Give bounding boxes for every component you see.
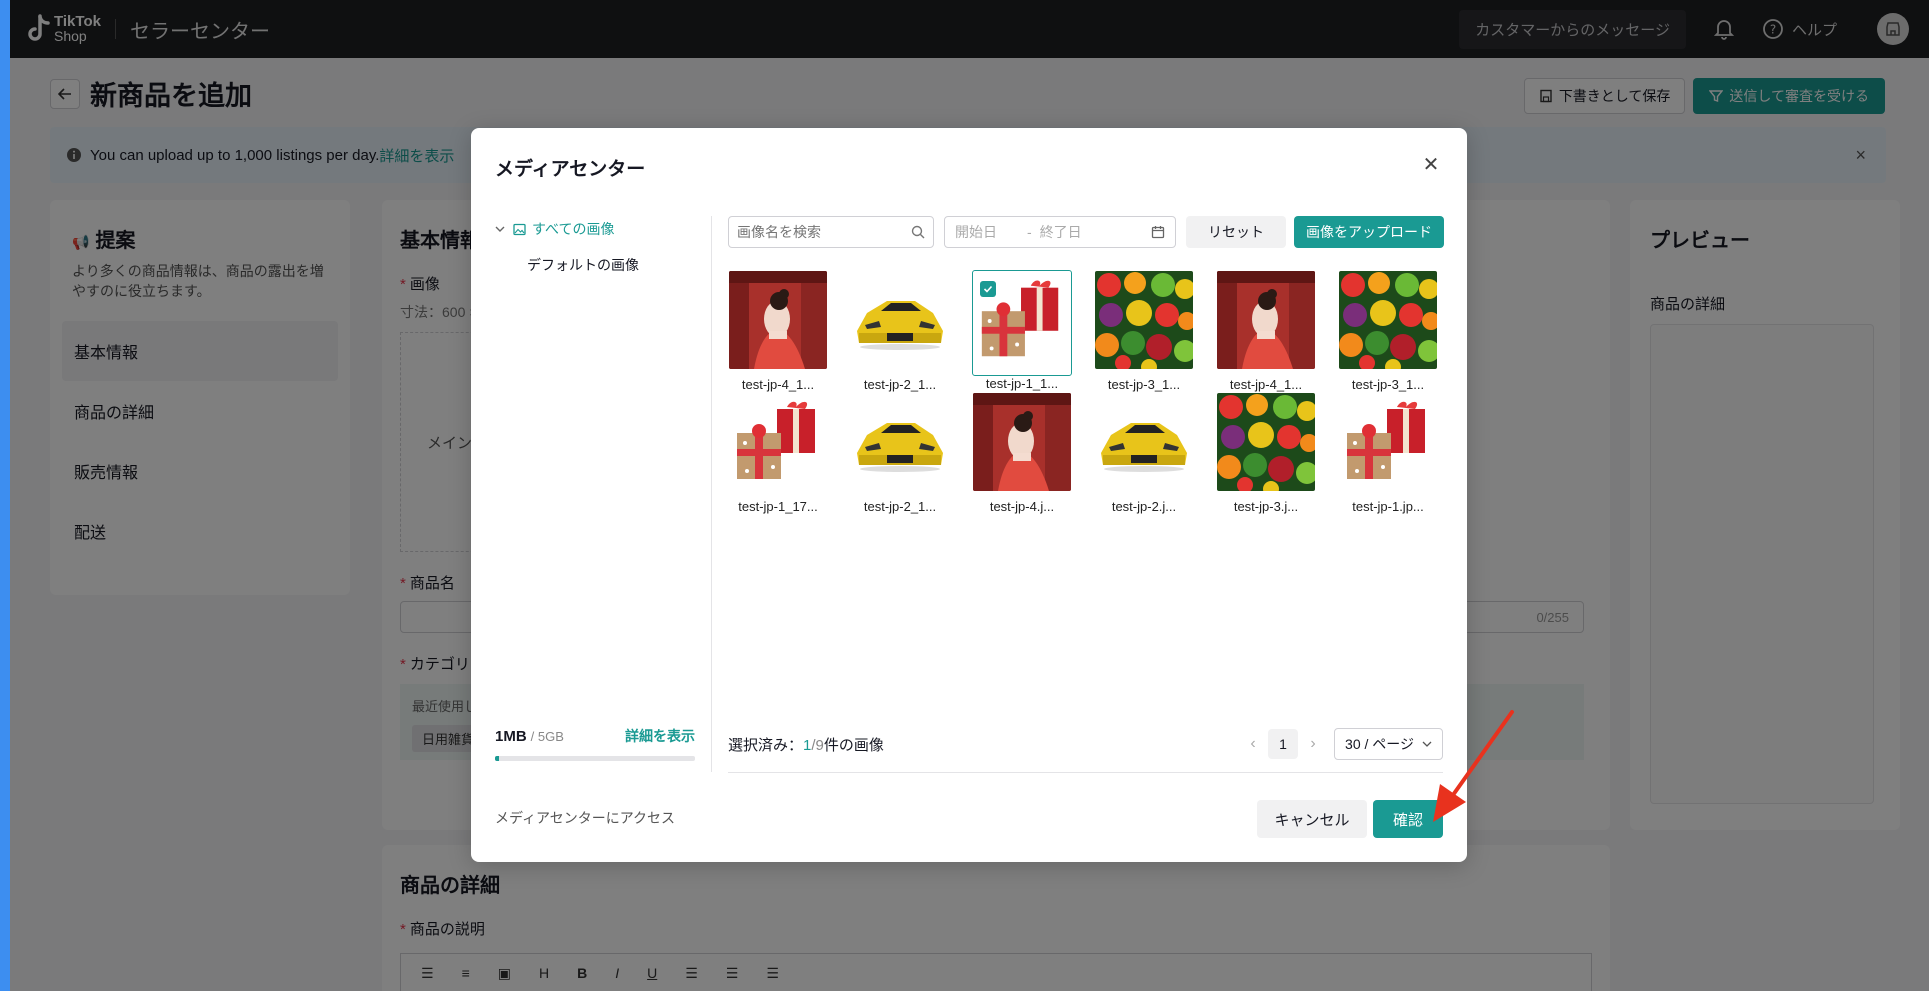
image-name: test-jp-2_1... bbox=[863, 377, 937, 392]
divider bbox=[728, 772, 1443, 773]
access-media-center-link[interactable]: メディアセンターにアクセス bbox=[495, 808, 675, 828]
image-name: test-jp-1_17... bbox=[738, 499, 818, 514]
chevron-down-icon bbox=[1422, 741, 1432, 747]
storage-total: / 5GB bbox=[530, 729, 564, 744]
image-name: test-jp-3.j... bbox=[1233, 499, 1299, 514]
image-tile[interactable]: test-jp-1.jp... bbox=[1338, 392, 1438, 514]
image-icon bbox=[513, 223, 526, 235]
chevron-right-icon[interactable]: › bbox=[1298, 735, 1328, 753]
image-thumbnail[interactable] bbox=[729, 271, 827, 369]
image-thumbnail[interactable] bbox=[851, 271, 949, 369]
page-size-select[interactable]: 30 / ページ bbox=[1334, 728, 1443, 760]
selection-count: 選択済み：1/9件の画像 bbox=[728, 734, 884, 755]
cancel-button[interactable]: キャンセル bbox=[1257, 800, 1367, 838]
image-name: test-jp-4_1... bbox=[1229, 377, 1303, 392]
image-name: test-jp-3_1... bbox=[1107, 377, 1181, 392]
folder-tree: すべての画像 デフォルトの画像 bbox=[495, 216, 695, 278]
image-tile[interactable]: test-jp-1_1... bbox=[972, 270, 1072, 391]
selection-suffix: 件の画像 bbox=[823, 737, 884, 754]
image-name: test-jp-2_1... bbox=[863, 499, 937, 514]
date-separator: - bbox=[1027, 224, 1032, 240]
image-tile[interactable]: test-jp-2_1... bbox=[850, 270, 950, 392]
image-name: test-jp-1_1... bbox=[985, 376, 1059, 391]
image-thumbnail[interactable] bbox=[1217, 271, 1315, 369]
page-number[interactable]: 1 bbox=[1268, 729, 1299, 759]
storage-detail-link[interactable]: 詳細を表示 bbox=[625, 726, 695, 746]
image-search-box[interactable] bbox=[728, 216, 934, 248]
media-center-dialog: メディアセンター ✕ すべての画像 デフォルトの画像 1MB / 5GB 詳細を… bbox=[471, 128, 1467, 862]
image-thumbnail[interactable] bbox=[1217, 393, 1315, 491]
image-tile[interactable]: test-jp-4_1... bbox=[1216, 270, 1316, 392]
image-tile[interactable]: test-jp-3_1... bbox=[1338, 270, 1438, 392]
image-tile[interactable]: test-jp-1_17... bbox=[728, 392, 828, 514]
image-thumbnail[interactable] bbox=[1339, 271, 1437, 369]
image-thumbnail[interactable] bbox=[729, 393, 827, 491]
image-thumbnail[interactable] bbox=[1095, 271, 1193, 369]
date-start-placeholder: 開始日 bbox=[955, 224, 997, 240]
image-tile[interactable]: test-jp-4_1... bbox=[728, 270, 828, 392]
storage-used: 1MB bbox=[495, 728, 527, 745]
image-tile[interactable]: test-jp-3.j... bbox=[1216, 392, 1316, 514]
image-grid: test-jp-4_1... test-jp-2_1... test-jp-1_1.… bbox=[728, 270, 1448, 514]
calendar-icon bbox=[1151, 226, 1165, 239]
image-search-input[interactable] bbox=[737, 224, 911, 240]
image-thumbnail[interactable] bbox=[1339, 393, 1437, 491]
divider bbox=[711, 216, 712, 772]
image-tile[interactable]: test-jp-4.j... bbox=[972, 392, 1072, 514]
folder-all-images[interactable]: すべての画像 bbox=[495, 216, 695, 242]
date-end-placeholder: 終了日 bbox=[1039, 224, 1082, 240]
image-name: test-jp-4_1... bbox=[741, 377, 815, 392]
storage-usage: 1MB / 5GB 詳細を表示 bbox=[495, 726, 695, 761]
storage-progress-bar bbox=[495, 756, 695, 761]
selection-prefix: 選択済み： bbox=[728, 737, 804, 754]
image-name: test-jp-1.jp... bbox=[1352, 499, 1424, 514]
dialog-title: メディアセンター bbox=[495, 159, 646, 180]
date-range-picker[interactable]: 開始日 - 終了日 bbox=[944, 216, 1176, 248]
folder-default-label: デフォルトの画像 bbox=[527, 257, 639, 273]
chevron-left-icon[interactable]: ‹ bbox=[1238, 735, 1268, 753]
image-thumbnail[interactable] bbox=[973, 393, 1071, 491]
image-tile[interactable]: test-jp-3_1... bbox=[1094, 270, 1194, 392]
image-name: test-jp-3_1... bbox=[1351, 377, 1425, 392]
chevron-down-icon bbox=[495, 226, 505, 232]
image-name: test-jp-2.j... bbox=[1111, 499, 1177, 514]
image-thumbnail[interactable] bbox=[851, 393, 949, 491]
pagination: ‹ 1 › 30 / ページ bbox=[1238, 728, 1443, 760]
folder-all-label: すべての画像 bbox=[532, 221, 615, 237]
close-icon[interactable]: ✕ bbox=[1421, 154, 1441, 176]
page-size-value: 30 / ページ bbox=[1345, 736, 1414, 752]
reset-button[interactable]: リセット bbox=[1186, 216, 1286, 248]
checkbox-checked-icon[interactable] bbox=[980, 281, 996, 297]
image-tile[interactable]: test-jp-2_1... bbox=[850, 392, 950, 514]
selection-total: /9 bbox=[811, 737, 824, 754]
confirm-button[interactable]: 確認 bbox=[1373, 800, 1443, 838]
folder-default-images[interactable]: デフォルトの画像 bbox=[495, 252, 695, 278]
upload-image-button[interactable]: 画像をアップロード bbox=[1294, 216, 1444, 248]
search-icon[interactable] bbox=[911, 225, 925, 239]
image-tile[interactable]: test-jp-2.j... bbox=[1094, 392, 1194, 514]
image-name: test-jp-4.j... bbox=[989, 499, 1055, 514]
image-thumbnail[interactable] bbox=[1095, 393, 1193, 491]
storage-progress-fill bbox=[495, 756, 499, 761]
